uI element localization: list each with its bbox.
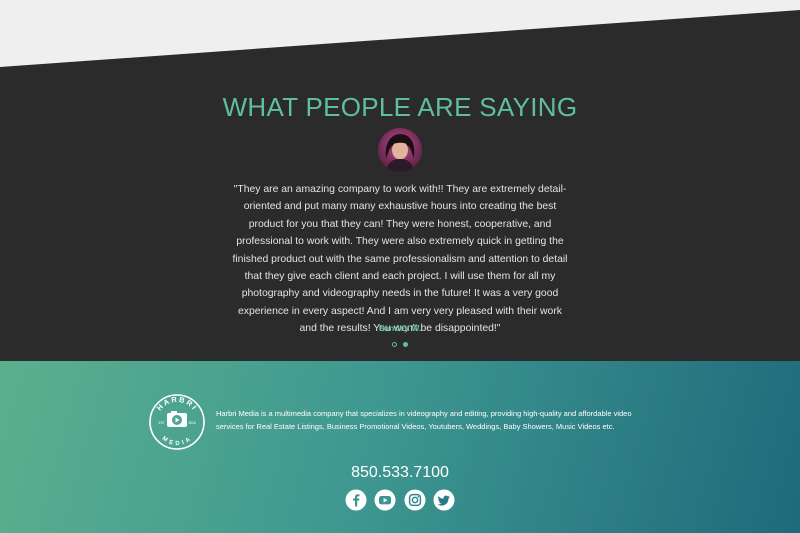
testimonial-quote: "They are an amazing company to work wit… <box>232 184 568 335</box>
phone-number[interactable]: 850.533.7100 <box>0 464 800 482</box>
twitter-icon[interactable] <box>433 489 455 511</box>
instagram-icon[interactable] <box>404 489 426 511</box>
facebook-icon[interactable] <box>345 489 367 511</box>
section-title: WHAT PEOPLE ARE SAYING <box>222 92 578 122</box>
avatar <box>378 128 422 172</box>
site-footer: HARBRI MEDIA EST. 2018 Harbri Media is a… <box>0 361 800 533</box>
slider-dots <box>390 342 412 350</box>
svg-text:HARBRI: HARBRI <box>155 395 200 413</box>
logo-est-text: EST. <box>159 421 166 425</box>
slider-dot-active[interactable] <box>403 342 408 347</box>
logo-year-text: 2018 <box>188 421 195 425</box>
slider-dot[interactable] <box>392 342 397 347</box>
harbri-media-logo[interactable]: HARBRI MEDIA EST. 2018 <box>148 393 206 451</box>
testimonial-author: Sandey W. <box>378 323 422 333</box>
youtube-icon[interactable] <box>374 489 396 511</box>
social-links <box>345 489 457 511</box>
company-description: Harbri Media is a multimedia company tha… <box>216 409 632 431</box>
logo-top-text: HARBRI <box>155 395 198 413</box>
testimonials-section: WHAT PEOPLE ARE SAYING "They are an amaz… <box>0 0 800 361</box>
